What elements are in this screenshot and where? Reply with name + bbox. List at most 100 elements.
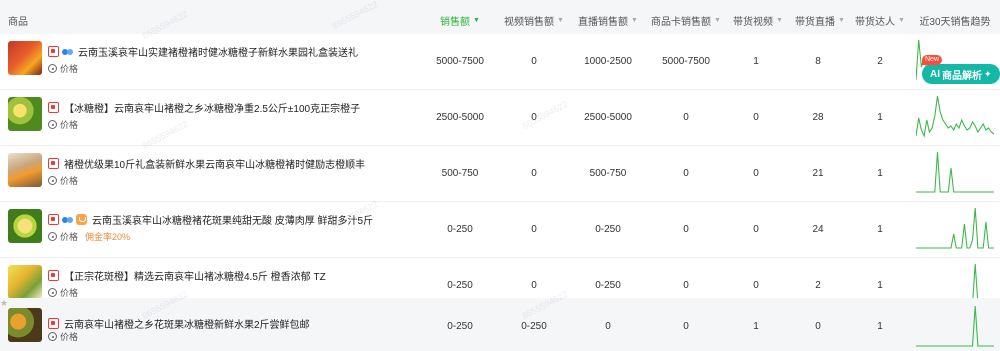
- cell-video-sales: 0: [531, 168, 537, 179]
- product-title-line: 【正宗花斑橙】精选云南哀牢山褚冰糖橙4.5斤 橙香浓郁 TZ: [48, 268, 326, 283]
- product-title-line: 云南哀牢山褚橙之乡花斑果冰糖橙新鲜水果2斤尝鲜包邮: [48, 316, 310, 331]
- price-icon: [48, 332, 57, 341]
- product-title-line: 云南玉溪哀牢山冰糖橙褚花斑果纯甜无酸 皮薄肉厚 鲜甜多汁5斤: [48, 212, 373, 227]
- shop-tag-icon: [48, 318, 59, 329]
- sort-icon: ▼: [776, 17, 783, 24]
- col-influencers-sort[interactable]: 带货达人 ▼: [855, 13, 905, 28]
- product-title[interactable]: 云南哀牢山褚橙之乡花斑果冰糖橙新鲜水果2斤尝鲜包邮: [64, 316, 310, 331]
- price[interactable]: 价格: [48, 174, 78, 187]
- cell-lives: 24: [812, 224, 824, 235]
- group-tag-icon: [62, 214, 73, 225]
- sort-icon: ▼: [898, 17, 905, 24]
- trend-line: [916, 95, 994, 138]
- product-title[interactable]: 云南玉溪哀牢山实建褚橙褚时健冰糖橙子新鲜水果园礼盒装送礼: [78, 44, 358, 59]
- table-row[interactable]: 云南玉溪哀牢山实建褚橙褚时健冰糖橙子新鲜水果园礼盒装送礼 价格 5000-750…: [0, 34, 1000, 90]
- cell-card-sales: 0: [683, 321, 689, 332]
- cell-sales: 0-250: [447, 280, 473, 291]
- trend-sparkline: [916, 305, 994, 347]
- trend-line: [916, 151, 994, 193]
- cell-lives: 28: [812, 112, 824, 123]
- ai-analysis-button[interactable]: AI 商品解析 ✦: [922, 64, 1000, 84]
- price[interactable]: 价格 佣金率20%: [48, 230, 130, 243]
- col-videos-sort[interactable]: 带货视频 ▼: [733, 13, 783, 28]
- sort-icon: ▼: [838, 17, 845, 24]
- cell-influencers: 1: [877, 112, 883, 123]
- sparkle-icon: ✦: [984, 68, 992, 79]
- product-image[interactable]: [8, 265, 42, 299]
- product-title[interactable]: 【冰糖橙】云南哀牢山褚橙之乡冰糖橙净重2.5公斤±100克正宗橙子: [64, 100, 360, 115]
- cell-influencers: 1: [877, 280, 883, 291]
- product-image[interactable]: [8, 209, 42, 243]
- product-image[interactable]: [8, 308, 42, 342]
- ai-sparkle-icon: AI: [930, 68, 940, 80]
- col-lives-sort[interactable]: 带货直播 ▼: [795, 13, 845, 28]
- cell-videos: 0: [753, 112, 759, 123]
- cell-influencers: 1: [877, 168, 883, 179]
- cell-card-sales: 0: [683, 168, 689, 179]
- price[interactable]: 价格: [48, 62, 78, 75]
- trend-sparkline: [916, 207, 994, 249]
- product-title[interactable]: 云南玉溪哀牢山冰糖橙褚花斑果纯甜无酸 皮薄肉厚 鲜甜多汁5斤: [92, 212, 373, 227]
- star-icon[interactable]: ★: [0, 298, 8, 309]
- cell-sales: 0-250: [447, 321, 473, 332]
- product-title[interactable]: 褚橙优级果10斤礼盒装新鲜水果云南哀牢山冰糖橙褚时健励志橙顺丰: [64, 156, 365, 171]
- cell-sales: 2500-5000: [436, 112, 484, 123]
- price-icon: [48, 120, 57, 129]
- sort-icon: ▼: [631, 17, 638, 24]
- cell-sales: 5000-7500: [436, 56, 484, 67]
- product-title[interactable]: 【正宗花斑橙】精选云南哀牢山褚冰糖橙4.5斤 橙香浓郁 TZ: [64, 268, 326, 283]
- cell-video-sales: 0-250: [521, 321, 547, 332]
- cell-lives: 2: [815, 280, 821, 291]
- cell-live-sales: 0: [605, 321, 611, 332]
- product-image[interactable]: [8, 41, 42, 75]
- product-title-line: 云南玉溪哀牢山实建褚橙褚时健冰糖橙子新鲜水果园礼盒装送礼: [48, 44, 358, 59]
- col-live-sales-sort[interactable]: 直播销售额 ▼: [578, 13, 638, 28]
- cell-video-sales: 0: [531, 112, 537, 123]
- trend-sparkline: [916, 95, 994, 138]
- price-icon: [48, 176, 57, 185]
- table-row[interactable]: 褚橙优级果10斤礼盒装新鲜水果云南哀牢山冰糖橙褚时健励志橙顺丰 价格 500-7…: [0, 146, 1000, 202]
- price-icon: [48, 288, 57, 297]
- cell-sales: 0-250: [447, 224, 473, 235]
- trend-line: [916, 305, 994, 347]
- cell-lives: 8: [815, 56, 821, 67]
- cell-videos: 0: [753, 280, 759, 291]
- col-product: 商品: [8, 17, 28, 28]
- cell-sales: 500-750: [441, 168, 479, 179]
- shop-tag-icon: [48, 102, 59, 113]
- col-sales-sort[interactable]: 销售额 ▼: [440, 13, 480, 28]
- table-row[interactable]: 【冰糖橙】云南哀牢山褚橙之乡冰糖橙净重2.5公斤±100克正宗橙子 价格 250…: [0, 90, 1000, 146]
- cell-lives: 21: [812, 168, 824, 179]
- commission-rate: 佣金率20%: [85, 232, 131, 242]
- gift-tag-icon: [76, 214, 87, 225]
- cell-live-sales: 500-750: [589, 168, 627, 179]
- cell-live-sales: 0-250: [595, 280, 621, 291]
- cell-lives: 0: [815, 321, 821, 332]
- cell-card-sales: 0: [683, 112, 689, 123]
- sort-desc-icon: ▼: [473, 17, 480, 24]
- col-video-sales-sort[interactable]: 视频销售额 ▼: [504, 13, 564, 28]
- cell-videos: 0: [753, 168, 759, 179]
- sort-icon: ▼: [557, 17, 564, 24]
- table-row[interactable]: 云南哀牢山褚橙之乡花斑果冰糖橙新鲜水果2斤尝鲜包邮 价格 0-250 0-250…: [0, 298, 1000, 351]
- shop-tag-icon: [48, 270, 59, 281]
- col-card-sales-sort[interactable]: 商品卡销售额 ▼: [651, 13, 721, 28]
- price[interactable]: 价格: [48, 330, 78, 343]
- table-row[interactable]: 云南玉溪哀牢山冰糖橙褚花斑果纯甜无酸 皮薄肉厚 鲜甜多汁5斤 价格 佣金率20%…: [0, 202, 1000, 258]
- product-image[interactable]: [8, 153, 42, 187]
- cell-live-sales: 1000-2500: [584, 56, 632, 67]
- price[interactable]: 价格: [48, 118, 78, 131]
- cell-influencers: 1: [877, 321, 883, 332]
- cell-live-sales: 0-250: [595, 224, 621, 235]
- product-title-line: 褚橙优级果10斤礼盒装新鲜水果云南哀牢山冰糖橙褚时健励志橙顺丰: [48, 156, 365, 171]
- product-title-line: 【冰糖橙】云南哀牢山褚橙之乡冰糖橙净重2.5公斤±100克正宗橙子: [48, 100, 360, 115]
- shop-tag-icon: [48, 214, 59, 225]
- cell-video-sales: 0: [531, 224, 537, 235]
- trend-line: [916, 207, 994, 249]
- price-icon: [48, 232, 57, 241]
- product-image[interactable]: [8, 97, 42, 131]
- shop-tag-icon: [48, 158, 59, 169]
- cell-influencers: 2: [877, 56, 883, 67]
- cell-video-sales: 0: [531, 280, 537, 291]
- price-icon: [48, 64, 57, 73]
